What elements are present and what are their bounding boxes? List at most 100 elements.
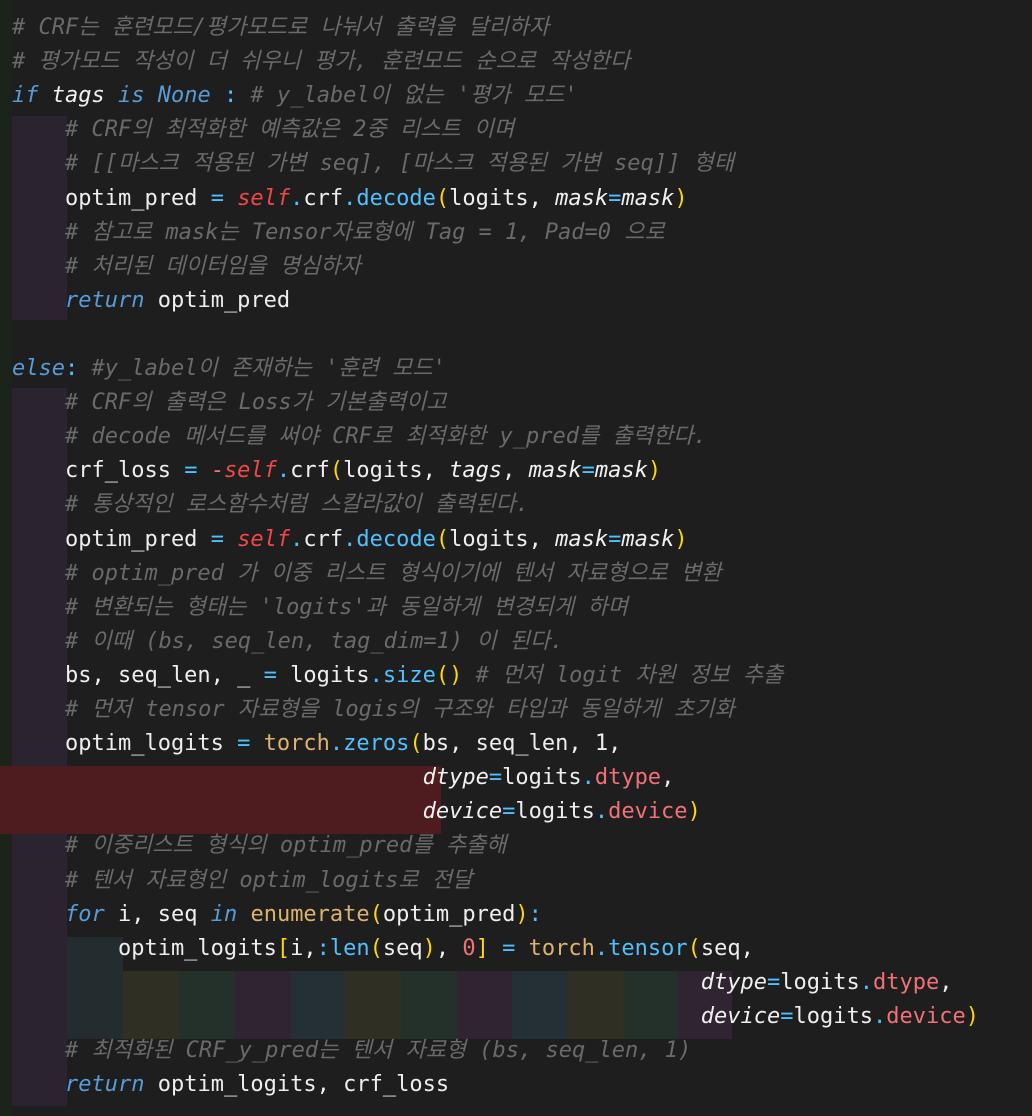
code-token: optim_logits [12,731,238,757]
code-line[interactable]: device=logits.device) [12,1000,979,1034]
code-token: device [608,799,688,825]
code-token: ( [369,935,383,961]
code-token: torch [263,731,330,757]
code-token: # 통상적인 로스함수처럼 스칼라값이 출력된다. [12,492,530,518]
code-editor[interactable]: # CRF는 훈련모드/평가모드로 나눠서 출력을 달리하자 # 평가모드 작성이… [0,0,1032,1116]
code-line[interactable]: crf_loss = -self.crf(logits, tags, mask=… [12,454,661,488]
code-line[interactable]: # 통상적인 로스함수처럼 스칼라값이 출력된다. [12,488,529,522]
code-token: = [502,935,516,961]
code-token: [ [276,935,291,961]
code-token: i, seq [104,901,211,927]
code-token: # [[마스크 적용된 가변 seq], [마스크 적용된 가변 seq]] 형… [12,151,734,177]
code-line[interactable]: optim_logits = torch.zeros(bs, seq_len, … [12,727,621,761]
code-token: crf [303,526,344,552]
code-token: . [329,731,344,757]
code-token: : [316,935,330,961]
code-token: : [528,901,542,927]
code-token: size [382,662,436,688]
code-line[interactable]: # 변환되는 형태는 'logits'과 동일하게 변경되게 하며 [12,591,628,625]
code-token: return [64,1072,145,1098]
code-token: mask [555,526,609,552]
code-line[interactable]: optim_logits[i,:len(seq), 0] = torch.ten… [12,932,754,966]
code-token: # 이중리스트 형식의 optim_pred를 추출해 [12,833,507,859]
code-token: tags [51,83,105,109]
code-line[interactable]: for i, seq in enumerate(optim_pred): [12,898,542,932]
code-line[interactable]: if tags is None : # y_label이 없는 '평가 모드' [12,79,578,113]
code-token: # CRF의 최적화한 예측값은 2중 리스트 이며 [12,117,515,143]
code-line[interactable]: dtype=logits.dtype, [12,761,675,795]
code-line[interactable]: # decode 메서드를 써야 CRF로 최적화한 y_pred를 출력한다. [12,420,707,454]
code-token: bs, seq_len, 1, [422,731,622,757]
code-line[interactable]: # 참고로 mask는 Tensor자료형에 Tag = 1, Pad=0 으로 [12,216,665,250]
code-token: # y_label이 없는 '평가 모드' [250,83,578,109]
code-token: logits [276,662,370,688]
code-token: , [435,935,463,961]
code-token: dtype [422,765,489,791]
code-token: # 최적화된 CRF_y_pred는 텐서 자료형 (bs, seq_len, … [12,1038,692,1063]
code-line[interactable]: # 텐서 자료형인 optim_logits로 전달 [12,864,472,898]
code-token: = [263,662,277,688]
code-token: , [528,526,556,552]
code-token: = [581,458,595,484]
code-line[interactable]: # optim_pred 가 이중 리스트 형식이기에 텐서 자료형으로 변환 [12,557,721,591]
code-token: dtype [700,969,767,995]
code-line[interactable]: # CRF의 출력은 Loss가 기본출력이고 [12,386,447,420]
code-token: mask [555,185,609,211]
code-token: # 변환되는 형태는 'logits'과 동일하게 변경되게 하며 [12,594,628,620]
code-token: , [939,969,953,995]
code-token: optim_pred [144,287,291,313]
code-line[interactable]: # 먼저 tensor 자료형을 logis의 구조와 타입과 동일하게 초기화 [12,693,735,727]
code-token: logits [515,799,595,825]
code-token: ( [687,935,701,961]
code-token: = [237,731,251,757]
code-token: - [210,458,224,484]
code-token: #y_label이 존재하는 '훈련 모드' [91,356,446,381]
code-token: bs, seq_len, _ [12,662,264,688]
code-line[interactable]: # 처리된 데이터임을 명심하자 [12,250,361,284]
code-token: for [64,901,105,927]
code-line[interactable]: dtype=logits.dtype, [12,966,953,1000]
code-line[interactable]: optim_pred = self.crf.decode(logits, mas… [12,182,688,216]
code-line[interactable]: # 이중리스트 형식의 optim_pred를 추출해 [12,829,507,863]
code-token: tensor [608,935,688,961]
editor-gutter [0,0,12,1116]
code-token: . [290,185,304,211]
code-token: mask [594,458,648,484]
code-line[interactable]: # CRF의 최적화한 예측값은 2중 리스트 이며 [12,113,514,147]
code-token: optim_pred [12,526,211,552]
code-token: optim_logits, crf_loss [144,1072,450,1098]
code-token: = [502,799,516,825]
code-line[interactable]: # CRF는 훈련모드/평가모드로 나눠서 출력을 달리하자 [12,11,549,45]
code-line[interactable]: device=logits.device) [12,795,701,829]
code-token: = [780,1003,794,1029]
code-line[interactable]: return optim_logits, crf_loss [12,1068,449,1102]
code-token: ( [435,185,450,211]
code-token: : [223,83,238,109]
code-token: # 먼저 tensor 자료형을 logis의 구조와 타입과 동일하게 초기화 [12,697,735,722]
code-line[interactable]: else: #y_label이 존재하는 '훈련 모드' [12,352,446,386]
code-line[interactable]: # 최적화된 CRF_y_pred는 텐서 자료형 (bs, seq_len, … [12,1034,691,1068]
code-line[interactable]: # 평가모드 작성이 더 쉬우니 평가, 훈련모드 순으로 작성한다 [12,45,630,79]
code-token: . [276,458,291,484]
code-token: = [184,458,198,484]
code-token: = [608,526,622,552]
code-token: . [581,765,595,791]
code-token: . [369,662,383,688]
code-line[interactable]: return optim_pred [12,284,290,318]
code-token: logits [449,526,529,552]
code-token: self [237,526,291,552]
code-token: ) [422,935,436,961]
code-line[interactable]: bs, seq_len, _ = logits.size() # 먼저 logi… [12,659,783,693]
code-token: # 먼저 logit 차원 정보 추출 [475,662,784,688]
code-line[interactable]: # [[마스크 적용된 가변 seq], [마스크 적용된 가변 seq]] 형… [12,147,734,181]
code-line[interactable]: # 이때 (bs, seq_len, tag_dim=1) 이 된다. [12,625,564,659]
code-line[interactable]: optim_pred = self.crf.decode(logits, mas… [12,523,688,557]
code-token: = [766,969,781,995]
